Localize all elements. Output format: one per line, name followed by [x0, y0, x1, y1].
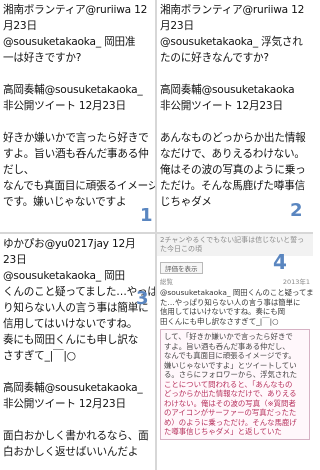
reply-body: なだけで、ありえるわけない。 [160, 148, 305, 160]
tweet-body: @sousuketakaoka_ 浮気され [160, 36, 303, 48]
reply-body: すよ。旨い酒も呑んだ事ある仲 [3, 148, 149, 160]
reply-body: じちゃダメ [160, 196, 212, 208]
reply-body: なんでも真面目に頑張るイメージ [3, 180, 155, 192]
reply-meta: 非公開ツイート 12月23日 [3, 100, 126, 112]
reply-author-line[interactable]: 高岡奏輔@sousuketakaoka [160, 82, 310, 98]
article-quote-box: して、「好きか嫌いかで言ったら好きで すよ。旨い酒も呑んだ事ある仲だし、 なんで… [160, 329, 310, 440]
tweet-panel-2: 湘南ボランティア@ruriiwa 12 月23日 @sousuketakaoka… [157, 0, 313, 232]
excerpt-line: た…やっぱり知らない人の言う事は簡単に [160, 297, 301, 307]
reply-body: 白おかしく返せばいいんだよ [3, 446, 139, 458]
screenshot-collage: 湘南ボランティア@ruriiwa 12 月23日 @sousuketakaoka… [0, 0, 313, 470]
reply-body: あんなものどっからか出た情報 [160, 132, 306, 144]
tweet-body: 奏にも岡田くんにも申し訳な [3, 334, 139, 346]
comment-banner: 2チャンやるくでもない記事は信じないと誓った今日この頃 [157, 234, 313, 256]
quote-line-highlight: のアイコンがサーファーの写真だったた [164, 408, 297, 417]
excerpt-line: 田くんにも申し訳なさすぎて_|￣|○ [160, 316, 279, 326]
reply-meta: 非公開ツイート 12月23日 [160, 100, 283, 112]
quote-line: る。さらにフォロワーから、浮気された [164, 370, 298, 379]
reply-body: 俺はその波の写真のように乗っ [160, 164, 306, 176]
panel-number-4: 4 [273, 250, 287, 274]
reply-body: 好きか嫌いかで言ったら好きで [3, 132, 149, 144]
comment-date: 2013年1 [282, 278, 310, 286]
quote-line: すよ。旨い酒も呑んだ事ある仲だし、 [164, 341, 290, 351]
panel-number-1: 1 [140, 205, 153, 226]
tweet-date: 月23日 [3, 20, 37, 32]
reply-body: ただけ。そんな馬鹿げた噂事信 [160, 180, 305, 192]
article-excerpt: @sousuketakaoka_ 岡田くんのこと疑ってまし た…やっぱり知らない… [157, 287, 313, 327]
tweet-body: たのに好きなんですか? [160, 52, 269, 64]
tweet-date: 23日 [3, 254, 27, 266]
show-rating-button[interactable]: 評価を表示 [160, 262, 203, 274]
tweet-body: @sousuketakaoka_ 岡田准 [3, 36, 136, 48]
quote-line: 嫌いじゃないですよ」とツイートしてい [164, 360, 297, 370]
tweet-thread-2: 湘南ボランティア@ruriiwa 12 月23日 @sousuketakaoka… [157, 0, 313, 210]
tweet-body: くんのこと疑ってました…やっぱ [3, 286, 155, 298]
reply-body: 面白おかしく書かれるなら、面 [3, 430, 149, 442]
reply-author-line[interactable]: 高岡奏輔@sousuketakaoka_ [3, 380, 152, 396]
tweet-body: 信用してはいけないですね。 [3, 318, 138, 330]
reply-body: です。嫌いじゃないですよ [3, 196, 127, 208]
panel-number-2: 2 [290, 200, 303, 221]
tweet-panel-1: 湘南ボランティア@ruriiwa 12 月23日 @sousuketakaoka… [0, 0, 155, 232]
tweet-author-line[interactable]: 湘南ボランティア@ruriiwa 12 [3, 2, 152, 18]
reply-meta: 非公開ツイート 12月23日 [3, 398, 126, 410]
tweet-date: 月23日 [160, 20, 194, 32]
tweet-thread-3: ゆかぴお@yu0217jay 12月 23日 @sousuketakaoka_ … [0, 234, 155, 460]
tweet-panel-3: ゆかぴお@yu0217jay 12月 23日 @sousuketakaoka_ … [0, 234, 155, 470]
quote-line-highlight: た噂事信じちゃダメ」と返していた [164, 427, 282, 436]
reply-body: だし、 [3, 164, 35, 176]
tweet-thread-1: 湘南ボランティア@ruriiwa 12 月23日 @sousuketakaoka… [0, 0, 155, 210]
tweet-author-line[interactable]: ゆかぴお@yu0217jay 12月 [3, 236, 152, 252]
tweet-author-line[interactable]: 湘南ボランティア@ruriiwa 12 [160, 2, 310, 18]
web-article-panel-4: 2チャンやるくでもない記事は信じないと誓った今日この頃 評価を表示 総覧 201… [157, 234, 313, 470]
tweet-body: 一は好きですか? [3, 52, 82, 64]
quote-line: なんでも真面目に頑張るイメージです。 [164, 351, 296, 360]
tweet-body: さすぎて_|￣|○ [3, 350, 76, 362]
quote-line-highlight: ことについて問われると、「あんなもの [164, 379, 293, 389]
comment-meta: 総覧 2013年1 [157, 275, 313, 287]
quote-line-highlight: め）のように乗っただけ。そんな馬鹿げ [164, 417, 297, 427]
excerpt-line: 信用してはいけないですね。奏にも岡 [160, 307, 286, 316]
quote-line-highlight: どっからか出た情報なだけで、ありえる [164, 389, 297, 398]
panel-number-3: 3 [136, 288, 149, 309]
tweet-body: り知らない人の言う事は簡単に [3, 302, 149, 314]
quote-line: して、「好きか嫌いかで言ったら好きで [164, 332, 293, 341]
reply-author-line[interactable]: 高岡奏輔@sousuketakaoka_ [3, 82, 152, 98]
comment-source: 総覧 [160, 278, 173, 286]
quote-line-highlight: わけない。俺はその波の写真（※質問者 [164, 398, 296, 408]
tweet-body: @sousuketakaoka_ 岡田 [3, 270, 125, 282]
excerpt-line: @sousuketakaoka_ 岡田くんのこと疑ってまし [160, 288, 313, 297]
